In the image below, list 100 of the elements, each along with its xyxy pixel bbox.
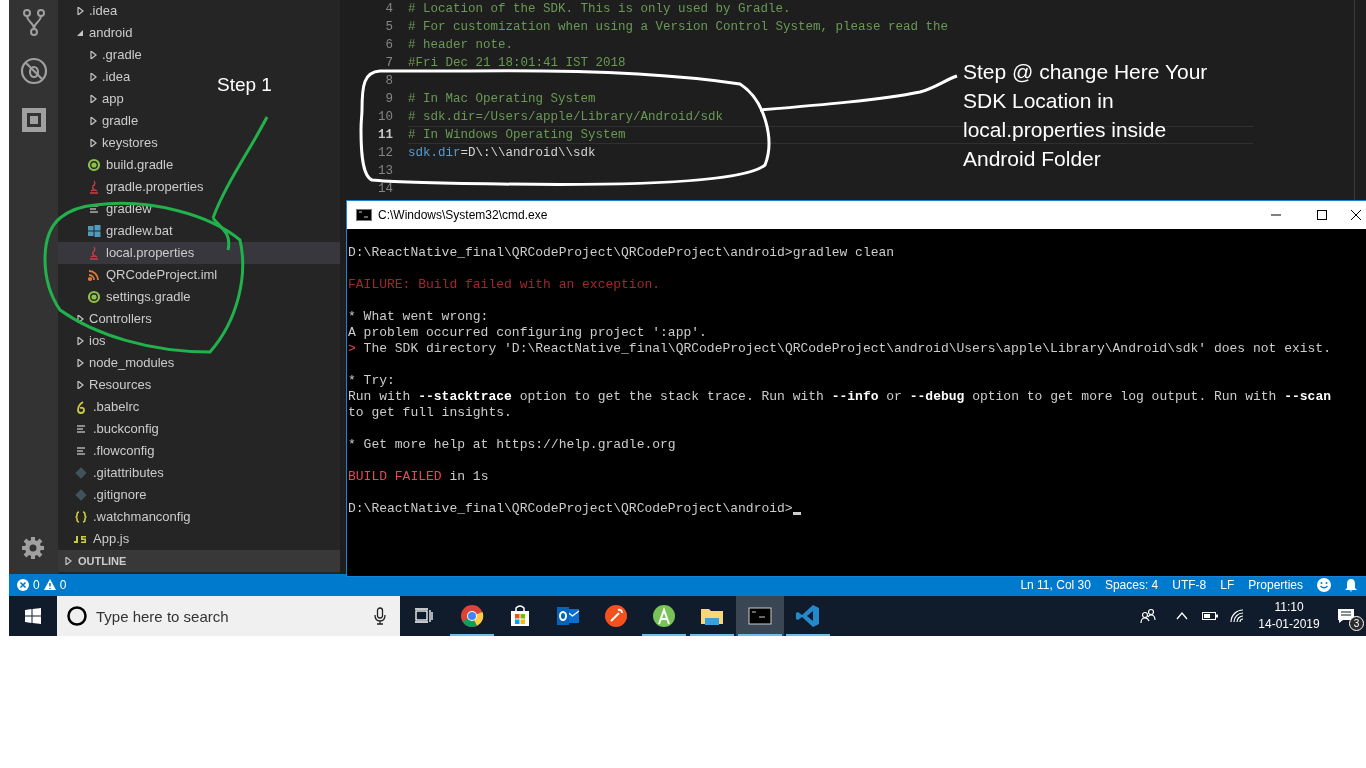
code-comment: # In Windows Operating System [408,126,626,144]
file-item[interactable]: build.gradle [58,154,180,176]
collapsed-caret-icon [89,51,97,59]
chrome-browser-icon [460,604,484,628]
collapsed-caret-icon [89,139,97,147]
folder-item[interactable]: .idea [58,0,124,22]
line-number: 11 [377,126,394,144]
file-item[interactable]: local.properties [58,242,340,264]
collapsed-caret-icon [89,73,97,81]
properties-file-icon [87,246,101,260]
wrench-app-icon [604,604,628,628]
line-number: 10 [377,108,394,126]
settings-icon[interactable] [21,536,45,560]
windows-file-icon [87,224,101,238]
file-item[interactable]: .babelrc [58,396,146,418]
terminal-line: FAILURE: Build failed with an exception. [348,277,662,293]
terminal-line: * What went wrong: [348,309,490,325]
file-item[interactable]: .gitattributes [58,462,170,484]
file-item[interactable]: .gitignore [58,484,153,506]
search-field[interactable]: Type here to search [57,596,400,636]
terminal-line: D:\ReactNative_final\QRCodeProject\QRCodeProject\android> [348,501,1366,517]
status-item[interactable]: Ln 11, Col 30 [1020,576,1091,594]
gradle-file-icon [87,158,101,172]
folder-item[interactable]: .idea [58,66,137,88]
folder-item[interactable]: ios [58,330,112,352]
annotation-label: Step 1 [217,73,272,97]
collapsed-caret-icon [89,95,97,103]
code-comment: # header note. [408,36,514,54]
error-icon [17,579,29,591]
code-comment: # In Mac Operating System [408,90,596,108]
close-icon [1351,210,1361,220]
folder-item[interactable]: Resources [58,374,158,396]
window-title: C:\Windows\System32\cmd.exe [378,207,549,224]
clock-button[interactable]: 11:10 14-01-2019 [1252,596,1326,636]
outline-section-header[interactable]: OUTLINE [58,550,340,572]
terminal-line: * Try: [348,373,396,389]
text-file-icon [74,444,88,458]
file-item[interactable]: gradlew [58,198,158,220]
properties-file-icon [87,180,101,194]
debug-icon[interactable] [19,57,48,85]
line-number: 7 [384,54,394,72]
file-item[interactable]: settings.gradle [58,286,197,308]
file-item[interactable]: .flowconfig [58,440,161,462]
line-number: 14 [377,180,394,198]
status-item[interactable]: Properties [1248,576,1303,594]
file-item[interactable]: QRCodeProject.iml [58,264,224,286]
babel-file-icon [74,400,88,414]
line-number: 9 [384,90,394,108]
folder-item[interactable]: keystores [58,132,164,154]
line-number: 12 [377,144,394,162]
taskbar-app-button[interactable] [736,596,784,636]
collapsed-caret-icon [89,117,97,125]
task-view-icon [415,608,433,624]
maximize-icon [1317,210,1327,220]
line-number: 4 [384,0,394,18]
folder-item[interactable]: .gradle [58,44,148,66]
chevron-up-icon [1176,612,1188,620]
expanded-caret-icon [76,29,84,37]
status-item[interactable]: UTF-8 [1172,576,1207,594]
bell-icon[interactable] [1344,578,1358,592]
json-file-icon [74,510,88,524]
rss-file-icon [87,268,101,282]
terminal-line: Run with --stacktrace option to get the stack trace. Run with --info or --debug option to get more log output. Run with --scan [348,389,1332,405]
problems-indicator[interactable]: 0 0 [17,576,67,594]
extensions-icon[interactable] [19,106,48,134]
folder-item[interactable]: app [58,88,130,110]
folder-item[interactable]: gradle [58,110,145,132]
file-item[interactable]: .buckconfig [58,418,165,440]
terminal-line: A problem occurred configuring project ':app'. [348,325,708,341]
file-item[interactable]: gradlew.bat [58,220,179,242]
action-center-button[interactable]: 3 [1326,596,1366,636]
collapsed-caret-icon [76,381,84,389]
status-item[interactable]: LF [1220,576,1235,594]
notification-count: 3 [1349,616,1364,631]
mail-app-icon [556,604,580,628]
code-comment: # sdk.dir=/Users/apple/Library/Android/sdk [408,108,724,126]
microphone-icon [374,607,386,625]
code-comment: #Fri Dec 21 18:01:41 IST 2018 [408,54,626,72]
status-item[interactable]: Spaces: 4 [1104,576,1159,594]
folder-item[interactable]: node_modules [58,352,181,374]
file-item[interactable]: gradle.properties [58,176,210,198]
collapsed-caret-icon [76,359,84,367]
file-item[interactable]: App.js [58,528,136,550]
collapsed-caret-icon [64,557,72,565]
terminal-line: to get full insights. [348,405,513,421]
collapsed-caret-icon [76,315,84,323]
collapsed-caret-icon [76,7,84,15]
android-studio-icon [652,604,676,628]
cortana-circle-icon [67,606,87,626]
code-line: sdk.dir=D\:\\android\\sdk [408,144,596,162]
folder-item[interactable]: android [58,22,139,44]
smiley-icon[interactable] [1317,578,1331,592]
wifi-icon [1230,609,1246,623]
code-editor-icon [796,604,820,628]
people-icon [1140,608,1156,624]
text-file-icon [74,422,88,436]
gradle-file-icon [87,290,101,304]
folder-item[interactable]: Controllers [58,308,158,330]
command-prompt-icon [748,604,772,628]
file-item[interactable]: .watchmanconfig [58,506,197,528]
